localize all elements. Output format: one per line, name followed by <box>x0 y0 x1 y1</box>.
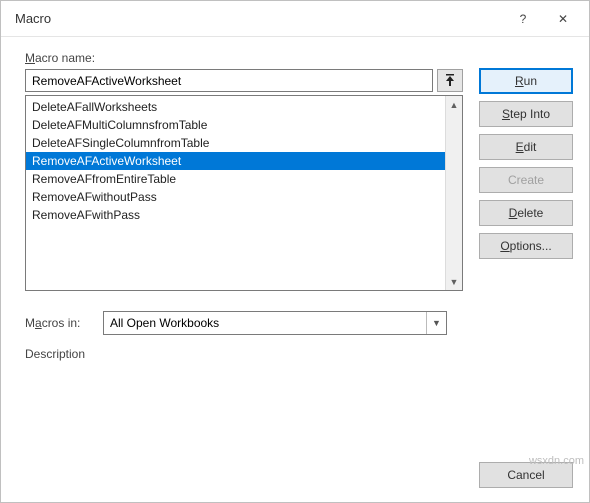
macro-dialog: Macro ? ✕ Macro name: <box>0 0 590 503</box>
help-button[interactable]: ? <box>503 5 543 33</box>
run-button[interactable]: Run <box>479 68 573 94</box>
list-item[interactable]: RemoveAFfromEntireTable <box>26 170 462 188</box>
macro-name-input[interactable] <box>25 69 433 92</box>
list-item[interactable]: RemoveAFwithPass <box>26 206 462 224</box>
list-item[interactable]: DeleteAFSingleColumnfromTable <box>26 134 462 152</box>
list-item[interactable]: DeleteAFMultiColumnsfromTable <box>26 116 462 134</box>
macros-in-combo[interactable]: All Open Workbooks ▼ <box>103 311 447 335</box>
up-arrow-icon <box>444 74 456 88</box>
scroll-up-icon[interactable]: ▲ <box>446 96 462 113</box>
list-item[interactable]: RemoveAFActiveWorksheet <box>26 152 462 170</box>
list-item[interactable]: RemoveAFwithoutPass <box>26 188 462 206</box>
chevron-down-icon: ▼ <box>426 312 446 334</box>
options-button[interactable]: Options... <box>479 233 573 259</box>
list-item[interactable]: DeleteAFallWorksheets <box>26 98 462 116</box>
macros-in-label: Macros in: <box>25 316 93 330</box>
dialog-footer: Cancel <box>1 454 589 502</box>
assign-button[interactable] <box>437 69 463 92</box>
macro-name-label: Macro name: <box>25 51 463 65</box>
close-button[interactable]: ✕ <box>543 5 583 33</box>
watermark: wsxdn.com <box>529 455 584 467</box>
dialog-title: Macro <box>15 11 503 26</box>
step-into-button[interactable]: Step Into <box>479 101 573 127</box>
description-label: Description <box>25 347 463 361</box>
delete-button[interactable]: Delete <box>479 200 573 226</box>
edit-button[interactable]: Edit <box>479 134 573 160</box>
scrollbar[interactable]: ▲ ▼ <box>445 96 462 290</box>
scroll-down-icon[interactable]: ▼ <box>446 273 462 290</box>
dialog-content: Macro name: DeleteAFallWorksheetsDeleteA… <box>1 37 589 454</box>
create-button: Create <box>479 167 573 193</box>
help-icon: ? <box>520 12 527 26</box>
macro-listbox[interactable]: DeleteAFallWorksheetsDeleteAFMultiColumn… <box>25 95 463 291</box>
titlebar: Macro ? ✕ <box>1 1 589 37</box>
close-icon: ✕ <box>558 12 568 26</box>
macros-in-selected: All Open Workbooks <box>104 316 426 330</box>
